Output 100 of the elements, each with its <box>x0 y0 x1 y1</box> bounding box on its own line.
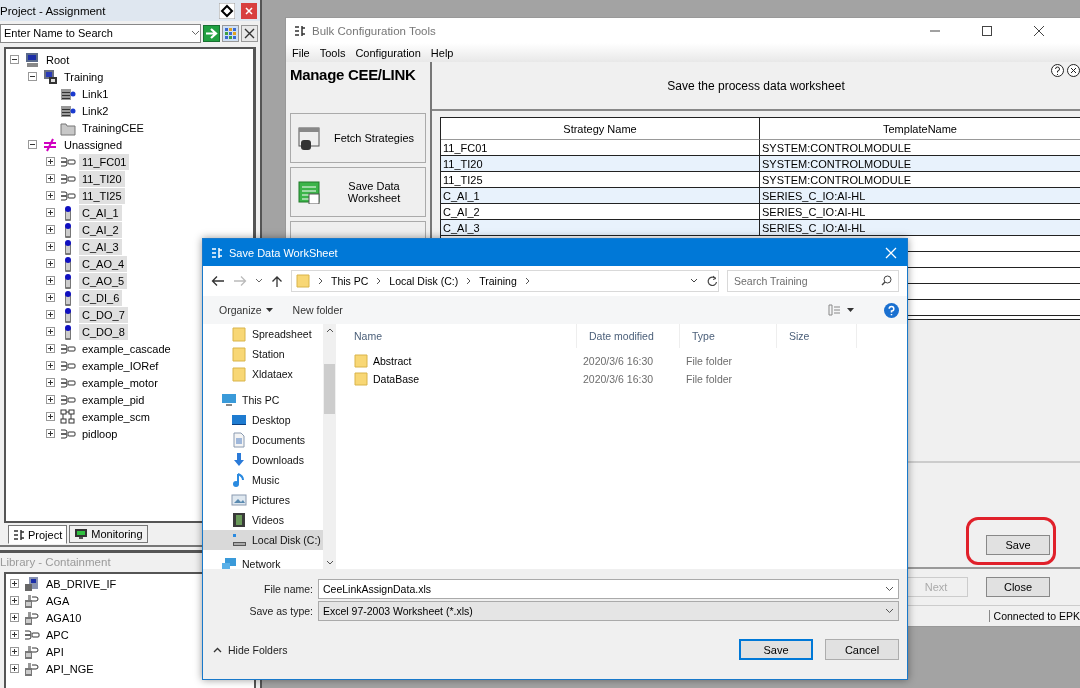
chevron-down-icon[interactable] <box>255 278 263 284</box>
back-icon[interactable] <box>211 275 225 287</box>
expand-toggle[interactable] <box>46 344 55 353</box>
breadcrumb-item[interactable]: Training <box>479 275 517 287</box>
tree-item[interactable]: example_cascade <box>79 340 174 357</box>
tree-item[interactable]: Training <box>61 68 107 85</box>
nav-item[interactable]: Local Disk (C:) <box>203 530 323 550</box>
step-button[interactable]: Fetch Strategies <box>290 113 426 163</box>
expand-toggle[interactable] <box>46 327 55 336</box>
search-combo[interactable]: Enter Name to Search <box>0 23 201 43</box>
dialog-button[interactable]: Cancel <box>825 639 899 660</box>
menu-item[interactable]: Configuration <box>355 46 421 59</box>
nav-item[interactable]: This PC <box>203 390 323 410</box>
tree-item[interactable]: example_pid <box>79 391 148 408</box>
file-row[interactable]: Abstract <box>342 354 577 368</box>
clear-button[interactable] <box>241 24 258 42</box>
tree-item[interactable]: AB_DRIVE_IF <box>43 575 120 592</box>
tree-item[interactable]: C_AO_4 <box>79 255 128 272</box>
nav-item[interactable]: Xldataex <box>203 364 323 384</box>
tree-item[interactable]: 11_FC01 <box>79 153 130 170</box>
expand-toggle[interactable] <box>46 276 55 285</box>
expand-toggle[interactable] <box>46 225 55 234</box>
collapse-toggle[interactable] <box>28 72 37 81</box>
column-header[interactable]: Date modified <box>577 324 680 348</box>
tree-item[interactable]: Unassigned <box>61 136 126 153</box>
nav-item[interactable]: Pictures <box>203 490 323 510</box>
expand-toggle[interactable] <box>46 259 55 268</box>
collapse-toggle[interactable] <box>28 140 37 149</box>
nav-item[interactable]: Desktop <box>203 410 323 430</box>
dialog-button[interactable]: Save <box>739 639 813 660</box>
tree-item[interactable]: C_AI_2 <box>79 221 122 238</box>
expand-toggle[interactable] <box>10 664 19 673</box>
maximize-icon[interactable] <box>982 25 992 36</box>
wizard-button[interactable]: Close <box>986 577 1050 597</box>
tree-item[interactable]: C_AI_1 <box>79 204 122 221</box>
expand-toggle[interactable] <box>10 647 19 656</box>
tree-item[interactable]: Link2 <box>79 102 112 119</box>
tree-item[interactable]: AGA <box>43 592 73 609</box>
tree-item[interactable]: API_NGE <box>43 660 97 677</box>
breadcrumb-item[interactable]: Local Disk (C:) <box>389 275 459 287</box>
expand-toggle[interactable] <box>46 157 55 166</box>
new-folder-button[interactable]: New folder <box>292 304 343 316</box>
search-field[interactable]: Search Training <box>727 270 899 292</box>
expand-toggle[interactable] <box>46 429 55 438</box>
nav-item[interactable]: Spreadsheet <box>203 324 323 344</box>
tree-item[interactable]: APC <box>43 626 72 643</box>
breadcrumb-item[interactable]: This PC <box>331 275 369 287</box>
expand-toggle[interactable] <box>10 613 19 622</box>
tree-item[interactable]: TrainingCEE <box>79 119 147 136</box>
pin-icon[interactable] <box>219 2 235 19</box>
menu-item[interactable]: Help <box>430 46 454 59</box>
tree-item[interactable]: example_scm <box>79 408 153 425</box>
expand-toggle[interactable] <box>46 242 55 251</box>
expand-toggle[interactable] <box>46 191 55 200</box>
up-arrow-icon[interactable] <box>271 274 283 288</box>
chevron-down-icon[interactable] <box>690 278 698 284</box>
panel-tab[interactable]: Project <box>8 525 68 544</box>
expand-toggle[interactable] <box>10 596 19 605</box>
tree-item[interactable]: Root <box>43 51 73 68</box>
panel-tab[interactable]: Monitoring <box>69 525 148 543</box>
collapse-toggle[interactable] <box>10 55 19 64</box>
go-button[interactable] <box>203 24 220 42</box>
expand-toggle[interactable] <box>46 412 55 421</box>
expand-toggle[interactable] <box>46 361 55 370</box>
nav-item[interactable]: Network <box>203 554 323 569</box>
expand-toggle[interactable] <box>46 293 55 302</box>
expand-toggle[interactable] <box>46 174 55 183</box>
menu-item[interactable]: Tools <box>319 46 346 59</box>
tree-item[interactable]: C_AO_5 <box>79 272 128 289</box>
expand-toggle[interactable] <box>46 310 55 319</box>
organize-menu[interactable]: Organize <box>219 304 273 316</box>
scroll-thumb[interactable] <box>324 364 335 414</box>
tree-item[interactable]: C_DO_8 <box>79 323 128 340</box>
close-icon[interactable] <box>1067 64 1080 77</box>
tree-item[interactable]: AGA10 <box>43 609 85 626</box>
help-icon[interactable] <box>1051 64 1064 77</box>
expand-toggle[interactable] <box>10 630 19 639</box>
save-button[interactable]: Save <box>986 535 1050 555</box>
expand-toggle[interactable] <box>10 579 19 588</box>
expand-toggle[interactable] <box>46 378 55 387</box>
file-name-field[interactable]: CeeLinkAssignData.xls <box>318 579 899 599</box>
tree-item[interactable]: example_IORef <box>79 357 162 374</box>
nav-item[interactable]: Documents <box>203 430 323 450</box>
grid-button[interactable] <box>222 24 239 42</box>
file-row[interactable]: DataBase <box>342 372 577 386</box>
column-header[interactable]: Size <box>777 324 857 348</box>
tree-item[interactable]: C_DI_6 <box>79 289 123 306</box>
nav-item[interactable]: Station <box>203 344 323 364</box>
tree-item[interactable]: C_DO_7 <box>79 306 128 323</box>
tree-item[interactable]: example_motor <box>79 374 161 391</box>
view-options-icon[interactable] <box>828 304 854 316</box>
nav-item[interactable]: Videos <box>203 510 323 530</box>
column-header[interactable]: Strategy Name <box>441 118 760 140</box>
nav-item[interactable]: Music <box>203 470 323 490</box>
expand-toggle[interactable] <box>46 208 55 217</box>
tree-item[interactable]: Link1 <box>79 85 112 102</box>
nav-item[interactable]: Downloads <box>203 450 323 470</box>
step-button[interactable]: Save Data Worksheet <box>290 167 426 217</box>
tree-item[interactable]: pidloop <box>79 425 121 442</box>
scrollbar[interactable] <box>323 324 336 569</box>
